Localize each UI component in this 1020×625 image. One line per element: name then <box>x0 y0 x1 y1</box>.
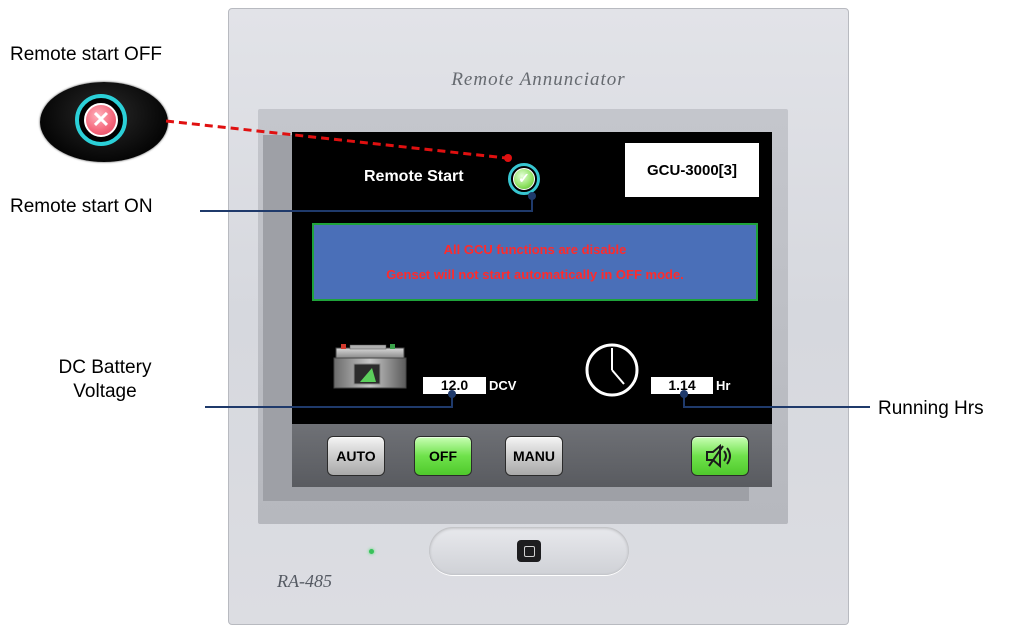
remote-off-status-icon: ✕ <box>75 94 127 146</box>
speaker-mute-icon <box>706 443 731 469</box>
callout-running-hrs: Running Hrs <box>878 398 984 419</box>
callout-dc-battery-line1: DC Battery <box>58 357 152 378</box>
remote-start-label: Remote Start <box>364 168 464 185</box>
auto-button[interactable]: AUTO <box>327 436 385 476</box>
clock-icon <box>585 343 639 397</box>
battery-voltage-value: 12.0 <box>423 377 486 394</box>
callout-dc-battery-line2: Voltage <box>73 381 137 402</box>
mute-button[interactable] <box>691 436 749 476</box>
alert-line-2: Genset will not start automatically in O… <box>386 267 684 282</box>
hardware-button[interactable] <box>517 540 541 562</box>
off-button[interactable]: OFF <box>414 436 472 476</box>
alert-message-box: All GCU functions are disable Genset wil… <box>312 223 758 301</box>
status-led <box>369 549 374 554</box>
check-circle-icon: ✓ <box>513 168 535 190</box>
remote-start-status[interactable]: ✓ <box>508 163 540 195</box>
x-circle-icon: ✕ <box>84 103 118 137</box>
unit-id-label: GCU-3000[3] <box>625 143 759 197</box>
display-screen: Remote Start ✓ GCU-3000[3] All GCU funct… <box>292 132 772 424</box>
square-button-icon <box>523 545 535 557</box>
manu-button[interactable]: MANU <box>505 436 563 476</box>
device-title: Remote Annunciator <box>451 69 626 90</box>
callout-dc-battery-voltage: DC Battery Voltage <box>10 356 200 404</box>
callout-remote-start-on: Remote start ON <box>10 196 153 217</box>
mode-toolbar: AUTO OFF MANU <box>292 424 772 487</box>
device-model-label: RA-485 <box>277 571 332 591</box>
battery-voltage-unit: DCV <box>489 378 517 393</box>
alert-line-1: All GCU functions are disable <box>443 242 627 257</box>
remote-annunciator-device: Remote Annunciator Remote Start ✓ GCU-30… <box>228 8 849 625</box>
callout-remote-start-off: Remote start OFF <box>10 44 163 65</box>
running-hours-unit: Hr <box>716 378 731 393</box>
running-hours-value: 1.14 <box>651 377 713 394</box>
battery-icon <box>333 344 407 389</box>
